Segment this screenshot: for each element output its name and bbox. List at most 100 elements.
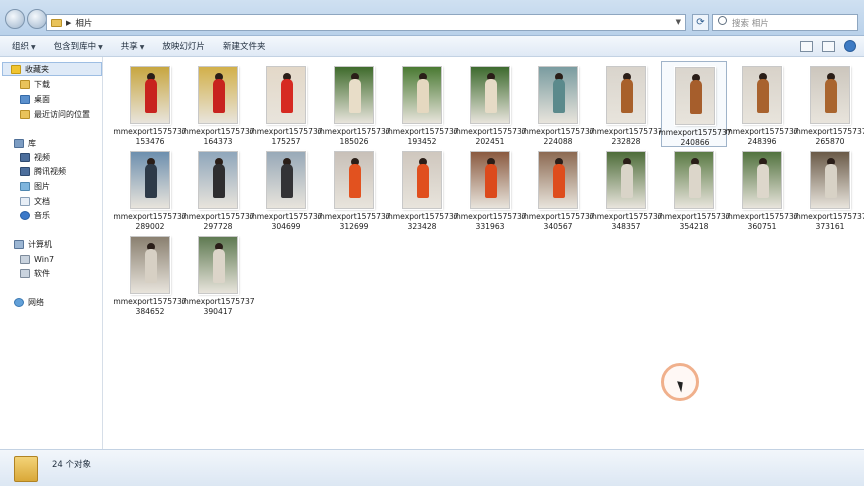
file-item[interactable]: mmexport1575737289002 bbox=[113, 146, 187, 232]
photo-subject bbox=[689, 164, 701, 198]
file-name: mmexport1575737224088 bbox=[521, 127, 595, 146]
file-item[interactable]: mmexport1575737297728 bbox=[181, 146, 255, 232]
sidebar-item-label: 图片 bbox=[34, 181, 50, 191]
address-bar[interactable]: ▶ 相片 ▼ bbox=[46, 14, 686, 31]
sidebar-item-drive-win7[interactable]: Win7 bbox=[20, 252, 54, 266]
sidebar-item-drive-software[interactable]: 软件 bbox=[20, 266, 50, 280]
file-name: mmexport1575737153476 bbox=[113, 127, 187, 146]
file-item[interactable]: mmexport1575737384652 bbox=[113, 231, 187, 317]
file-item[interactable]: mmexport1575737175257 bbox=[249, 61, 323, 147]
photo-subject bbox=[553, 79, 565, 113]
command-bar: 组织 ▼ 包含到库中 ▼ 共享 ▼ 放映幻灯片 新建文件夹 bbox=[0, 36, 864, 57]
file-item[interactable]: mmexport1575737323428 bbox=[385, 146, 459, 232]
sidebar-item-label: 库 bbox=[28, 138, 36, 148]
sidebar-item-computer[interactable]: 计算机 bbox=[14, 237, 52, 251]
file-item[interactable]: mmexport1575737360751 bbox=[725, 146, 799, 232]
file-item[interactable]: mmexport1575737312699 bbox=[317, 146, 391, 232]
breadcrumb[interactable]: 相片 bbox=[75, 17, 92, 29]
drive-icon bbox=[20, 268, 30, 278]
sidebar-item-label: 桌面 bbox=[34, 94, 50, 104]
forward-button[interactable] bbox=[27, 9, 47, 29]
file-item[interactable]: mmexport1575737193452 bbox=[385, 61, 459, 147]
file-name: mmexport1575737373161 bbox=[793, 212, 864, 231]
help-icon[interactable] bbox=[844, 40, 856, 52]
share-button[interactable]: 共享 ▼ bbox=[112, 40, 154, 52]
file-item[interactable]: mmexport1575737224088 bbox=[521, 61, 595, 147]
search-placeholder: 搜索 相片 bbox=[732, 18, 769, 29]
navigation-pane: 收藏夹 下载 桌面 最近访问的位置 库 视频 腾讯视频 图片 文档 音乐 计算机 bbox=[0, 57, 103, 449]
file-item[interactable]: mmexport1575737304699 bbox=[249, 146, 323, 232]
chevron-down-icon[interactable]: ▼ bbox=[676, 18, 681, 26]
sidebar-item-recent[interactable]: 最近访问的位置 bbox=[20, 107, 90, 121]
sidebar-item-favorites[interactable]: 收藏夹 bbox=[2, 62, 102, 76]
image-thumbnail bbox=[130, 236, 170, 294]
sidebar-item-tencent-video[interactable]: 腾讯视频 bbox=[20, 164, 66, 178]
file-name: mmexport1575737297728 bbox=[181, 212, 255, 231]
image-thumbnail bbox=[130, 66, 170, 124]
slideshow-button[interactable]: 放映幻灯片 bbox=[153, 40, 214, 52]
organize-button[interactable]: 组织 ▼ bbox=[0, 40, 45, 52]
chevron-right-icon[interactable]: ▶ bbox=[66, 19, 71, 27]
sidebar-item-videos[interactable]: 视频 bbox=[20, 150, 50, 164]
sidebar-item-downloads[interactable]: 下载 bbox=[20, 77, 50, 91]
file-name: mmexport1575737185026 bbox=[317, 127, 391, 146]
status-bar: 24 个对象 bbox=[0, 449, 864, 486]
folder-icon bbox=[14, 456, 38, 482]
file-item[interactable]: mmexport1575737248396 bbox=[725, 61, 799, 147]
sidebar-item-network[interactable]: 网络 bbox=[14, 295, 44, 309]
file-name: mmexport1575737390417 bbox=[181, 297, 255, 316]
view-options-icon[interactable] bbox=[800, 40, 813, 52]
file-item[interactable]: mmexport1575737265870 bbox=[793, 61, 864, 147]
photo-subject bbox=[145, 79, 157, 113]
file-item[interactable]: mmexport1575737340567 bbox=[521, 146, 595, 232]
file-item[interactable]: mmexport1575737373161 bbox=[793, 146, 864, 232]
file-item[interactable]: mmexport1575737202451 bbox=[453, 61, 527, 147]
file-item[interactable]: mmexport1575737331963 bbox=[453, 146, 527, 232]
file-item[interactable]: mmexport1575737390417 bbox=[181, 231, 255, 317]
file-name: mmexport1575737304699 bbox=[249, 212, 323, 231]
sidebar-item-label: 下载 bbox=[34, 79, 50, 89]
file-item[interactable]: mmexport1575737232828 bbox=[589, 61, 663, 147]
organize-label: 组织 bbox=[12, 42, 30, 52]
photo-subject bbox=[757, 79, 769, 113]
file-item[interactable]: mmexport1575737240866 bbox=[658, 61, 732, 147]
title-bar: ▶ 相片 ▼ ⟳ 搜索 相片 bbox=[0, 0, 864, 36]
image-thumbnail bbox=[606, 151, 646, 209]
file-item[interactable]: mmexport1575737348357 bbox=[589, 146, 663, 232]
sidebar-item-label: 网络 bbox=[28, 297, 44, 307]
image-thumbnail bbox=[198, 151, 238, 209]
search-input[interactable]: 搜索 相片 bbox=[712, 14, 858, 31]
refresh-button[interactable]: ⟳ bbox=[692, 14, 709, 31]
desktop-icon bbox=[20, 94, 30, 104]
sidebar-item-documents[interactable]: 文档 bbox=[20, 194, 50, 208]
photo-subject bbox=[417, 79, 429, 113]
file-item[interactable]: mmexport1575737185026 bbox=[317, 61, 391, 147]
network-icon bbox=[14, 297, 24, 307]
back-button[interactable] bbox=[5, 9, 25, 29]
sidebar-item-pictures[interactable]: 图片 bbox=[20, 179, 50, 193]
photo-subject bbox=[145, 164, 157, 198]
file-item[interactable]: mmexport1575737153476 bbox=[113, 61, 187, 147]
file-name: mmexport1575737265870 bbox=[793, 127, 864, 146]
file-name: mmexport1575737340567 bbox=[521, 212, 595, 231]
file-name: mmexport1575737202451 bbox=[453, 127, 527, 146]
image-thumbnail bbox=[266, 66, 306, 124]
pictures-icon bbox=[20, 181, 30, 191]
image-thumbnail bbox=[334, 151, 374, 209]
sidebar-item-music[interactable]: 音乐 bbox=[20, 208, 50, 222]
image-thumbnail bbox=[334, 66, 374, 124]
photo-subject bbox=[281, 79, 293, 113]
new-folder-button[interactable]: 新建文件夹 bbox=[214, 40, 275, 52]
image-thumbnail bbox=[810, 66, 850, 124]
computer-icon bbox=[14, 239, 24, 249]
file-item[interactable]: mmexport1575737164373 bbox=[181, 61, 255, 147]
photo-subject bbox=[825, 79, 837, 113]
file-item[interactable]: mmexport1575737354218 bbox=[657, 146, 731, 232]
include-in-library-button[interactable]: 包含到库中 ▼ bbox=[45, 40, 112, 52]
preview-pane-icon[interactable] bbox=[822, 40, 835, 52]
file-name: mmexport1575737164373 bbox=[181, 127, 255, 146]
sidebar-item-desktop[interactable]: 桌面 bbox=[20, 92, 50, 106]
file-name: mmexport1575737248396 bbox=[725, 127, 799, 146]
file-name: mmexport1575737240866 bbox=[658, 128, 732, 147]
sidebar-item-libraries[interactable]: 库 bbox=[14, 136, 36, 150]
